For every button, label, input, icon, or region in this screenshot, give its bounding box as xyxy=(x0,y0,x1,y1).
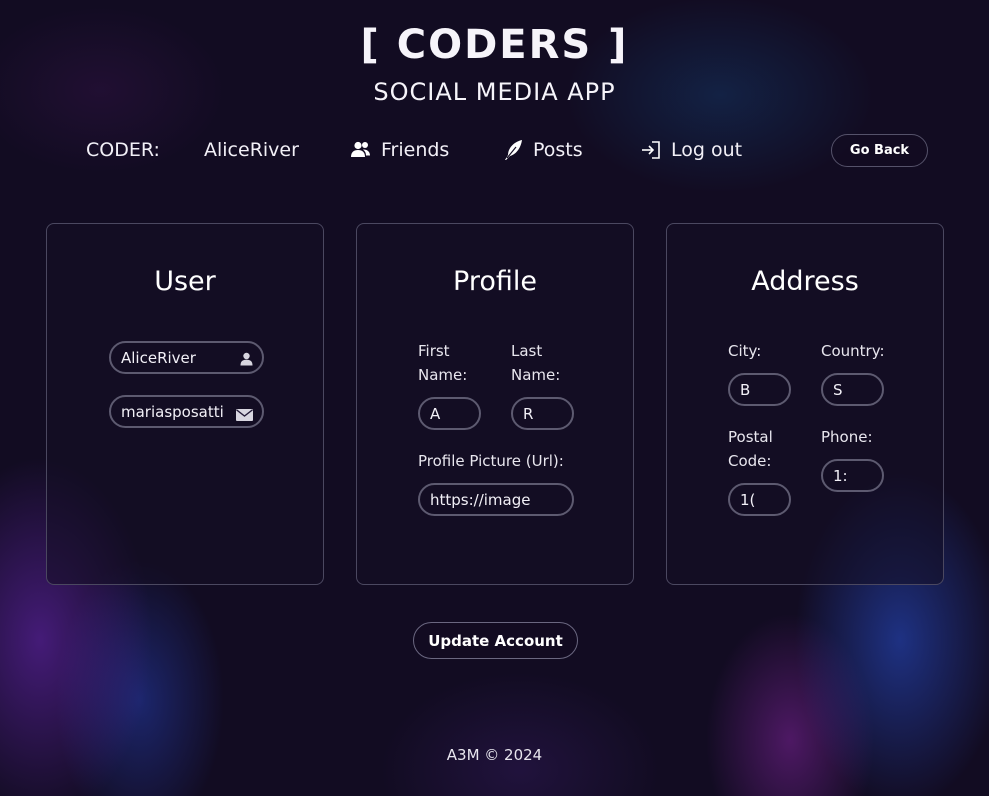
address-card: Address City: Country: Postal Code: Phon… xyxy=(666,223,944,585)
nav-logout-link[interactable]: Log out xyxy=(641,139,742,161)
postal-code-input[interactable] xyxy=(730,485,789,514)
coder-label: CODER: xyxy=(86,139,160,161)
first-name-field xyxy=(418,397,481,430)
email-field xyxy=(109,395,264,428)
user-icon xyxy=(240,351,253,370)
user-card-title: User xyxy=(154,266,216,297)
first-name-label: First Name: xyxy=(418,342,468,384)
address-card-title: Address xyxy=(751,266,859,297)
last-name-label: Last Name: xyxy=(511,342,561,384)
last-name-input[interactable] xyxy=(513,399,572,428)
city-input[interactable] xyxy=(730,375,789,404)
envelope-icon xyxy=(236,406,253,425)
profile-picture-label: Profile Picture (Url): xyxy=(418,452,564,470)
nav-friends-label: Friends xyxy=(381,139,450,161)
phone-field xyxy=(821,459,884,492)
nav-logout-label: Log out xyxy=(671,139,743,161)
footer: A3M © 2024 xyxy=(446,746,543,764)
profile-card-title: Profile xyxy=(453,266,537,297)
city-field xyxy=(728,373,791,406)
country-field xyxy=(821,373,884,406)
nav-posts-label: Posts xyxy=(533,139,583,161)
nav-friends-link[interactable]: Friends xyxy=(350,139,449,161)
app-title: [ CODERS ] xyxy=(360,22,629,68)
country-label: Country: xyxy=(821,342,885,360)
user-card: User xyxy=(46,223,324,585)
users-icon xyxy=(350,141,371,159)
sign-in-icon xyxy=(641,140,661,160)
first-name-input[interactable] xyxy=(420,399,479,428)
phone-input[interactable] xyxy=(823,461,882,490)
phone-label: Phone: xyxy=(821,428,873,446)
go-back-button[interactable]: Go Back xyxy=(831,134,928,167)
update-account-button[interactable]: Update Account xyxy=(413,622,578,659)
city-label: City: xyxy=(728,342,762,360)
profile-card: Profile First Name: Last Name: Profile P… xyxy=(356,223,634,585)
profile-picture-input[interactable] xyxy=(420,485,572,514)
app-subtitle: SOCIAL MEDIA APP xyxy=(373,78,616,106)
username-field xyxy=(109,341,264,374)
country-input[interactable] xyxy=(823,375,882,404)
last-name-field xyxy=(511,397,574,430)
feather-icon xyxy=(503,139,523,161)
postal-code-label: Postal Code: xyxy=(728,428,773,470)
nav-username[interactable]: AliceRiver xyxy=(204,139,299,161)
profile-picture-field xyxy=(418,483,574,516)
postal-code-field xyxy=(728,483,791,516)
nav-posts-link[interactable]: Posts xyxy=(503,139,583,161)
